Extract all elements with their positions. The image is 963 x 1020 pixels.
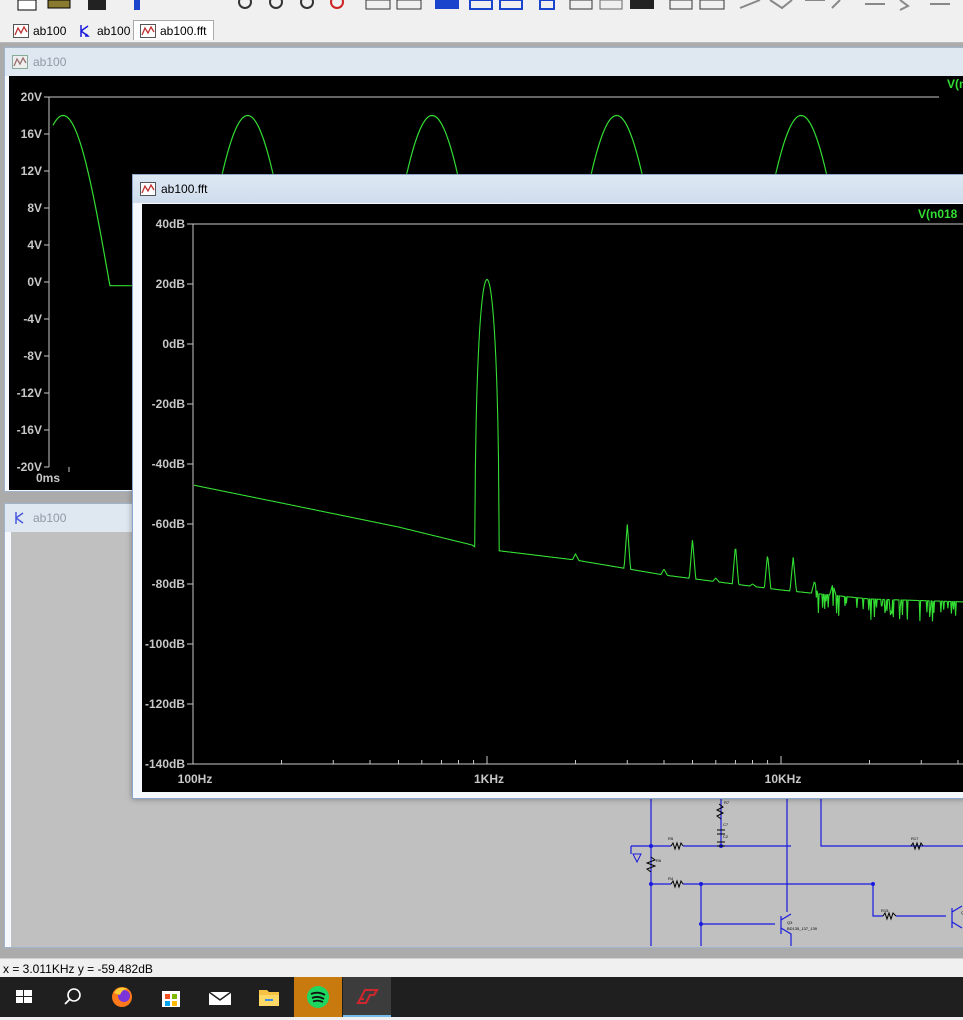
document-tab-bar: ab100 ab100 ab100.fft bbox=[0, 16, 963, 43]
taskbar-ltspice[interactable] bbox=[343, 977, 391, 1017]
wire-junctions bbox=[649, 844, 875, 926]
y-tick-label: 20V bbox=[20, 90, 42, 104]
label-c7: C7 bbox=[723, 822, 729, 827]
fft-axes bbox=[187, 223, 963, 765]
waveform-icon bbox=[13, 24, 29, 38]
taskbar-firefox[interactable] bbox=[98, 977, 146, 1017]
taskbar-store[interactable] bbox=[147, 977, 195, 1017]
x-tick-label: 10KHz bbox=[764, 772, 802, 786]
schematic-wires bbox=[630, 792, 963, 946]
waveform-icon bbox=[140, 182, 156, 196]
spotify-icon bbox=[307, 986, 329, 1008]
y-tick-label: 0dB bbox=[162, 337, 185, 351]
y-tick-label: -12V bbox=[16, 386, 42, 400]
y-tick-label: 40dB bbox=[155, 217, 185, 231]
window-title: ab100 bbox=[33, 511, 67, 525]
status-bar: x = 3.011KHz y = -59.482dB bbox=[0, 958, 963, 978]
label-r4: R4 bbox=[668, 876, 674, 881]
label-c2: C2 bbox=[723, 834, 729, 839]
ltspice-icon bbox=[356, 989, 379, 1004]
label-r6: R6 bbox=[656, 858, 662, 863]
y-tick-label: 20dB bbox=[155, 277, 185, 291]
taskbar-file-explorer[interactable] bbox=[245, 977, 293, 1017]
window-titlebar[interactable]: ab100.fft bbox=[133, 175, 963, 203]
tab-ab100-fft[interactable]: ab100.fft bbox=[133, 20, 214, 40]
y-tick-label: 0V bbox=[27, 275, 42, 289]
resistor-r5 bbox=[670, 841, 684, 851]
y-tick-label: -20dB bbox=[151, 397, 185, 411]
label-q3-part: BD135_137_139 bbox=[787, 926, 818, 931]
resistor-r7 bbox=[715, 803, 725, 820]
window-title: ab100 bbox=[33, 55, 67, 69]
tab-label: ab100.fft bbox=[160, 24, 207, 38]
waveform-icon bbox=[12, 55, 28, 69]
schematic-icon bbox=[80, 25, 90, 37]
ground-symbol bbox=[632, 853, 642, 864]
resistor-r4 bbox=[670, 879, 684, 889]
label-r5: R5 bbox=[668, 836, 674, 841]
label-q3: Q3 bbox=[787, 920, 793, 925]
y-tick-label: -140dB bbox=[144, 757, 185, 771]
search-icon bbox=[64, 988, 81, 1005]
firefox-icon bbox=[112, 987, 132, 1007]
fft-trace bbox=[193, 279, 963, 622]
store-icon bbox=[162, 991, 180, 1007]
schematic-icon bbox=[15, 512, 24, 524]
y-tick-label: -8V bbox=[23, 349, 42, 363]
file-explorer-icon bbox=[259, 990, 279, 1006]
trace-label[interactable]: V(n bbox=[947, 77, 963, 91]
y-tick-label: 8V bbox=[27, 201, 42, 215]
toolbar-icons bbox=[17, 0, 950, 11]
schematic-resistors bbox=[645, 803, 924, 921]
taskbar-spotify[interactable] bbox=[294, 977, 342, 1017]
y-tick-label: -120dB bbox=[144, 697, 185, 711]
fft-window[interactable]: ab100.fft 40dB 20dB 0dB -20dB -40dB -60dB -80d… bbox=[132, 174, 963, 799]
y-tick-label: -40dB bbox=[151, 457, 185, 471]
y-tick-label: -60dB bbox=[151, 517, 185, 531]
window-titlebar[interactable]: ab100 bbox=[5, 48, 963, 76]
tab-label: ab100 bbox=[97, 24, 131, 38]
fft-plot[interactable]: 40dB 20dB 0dB -20dB -40dB -60dB -80dB -100dB -12… bbox=[142, 204, 963, 792]
windows-start-button[interactable] bbox=[0, 977, 48, 1017]
label-r7: R7 bbox=[724, 800, 730, 805]
tab-ab100-waveform[interactable]: ab100 bbox=[6, 20, 73, 40]
window-title: ab100.fft bbox=[161, 182, 208, 196]
search-button[interactable] bbox=[48, 977, 96, 1017]
schematic-labels: R7 R5 R6 R4 R17 R15 C7 C2 Q3 BD135_137_1… bbox=[656, 800, 963, 931]
resistor-r15 bbox=[882, 911, 897, 921]
x-tick-label: 0ms bbox=[36, 471, 61, 485]
toolbar-buttons bbox=[17, 0, 950, 11]
waveform-icon bbox=[140, 24, 156, 38]
y-tick-label: 12V bbox=[20, 164, 42, 178]
taskbar bbox=[0, 977, 963, 1017]
cursor-readout: x = 3.011KHz y = -59.482dB bbox=[3, 962, 153, 976]
label-r17: R17 bbox=[911, 836, 919, 841]
tab-label: ab100 bbox=[33, 24, 67, 38]
y-tick-label: 4V bbox=[27, 238, 42, 252]
trace-label[interactable]: V(n018 bbox=[918, 207, 957, 221]
taskbar-mail[interactable] bbox=[196, 977, 244, 1017]
toolbar bbox=[0, 0, 963, 16]
y-tick-label: -80dB bbox=[151, 577, 185, 591]
tab-ab100-schematic[interactable]: ab100 bbox=[70, 20, 137, 40]
windows-start-icon bbox=[16, 990, 32, 1003]
y-tick-label: 16V bbox=[20, 127, 42, 141]
y-tick-label: -16V bbox=[16, 423, 42, 437]
mail-icon bbox=[208, 991, 232, 1005]
mdi-workspace: ab100 20V 16V 12V 8V 4V 0V -4V -8V -12V -16V -20V … bbox=[0, 43, 963, 958]
x-tick-label: 100Hz bbox=[177, 772, 213, 786]
label-r15: R15 bbox=[881, 908, 889, 913]
fft-plot-svg bbox=[187, 223, 963, 765]
y-tick-label: -100dB bbox=[144, 637, 185, 651]
x-tick-label: 1KHz bbox=[473, 772, 504, 786]
y-tick-label: -4V bbox=[23, 312, 42, 326]
